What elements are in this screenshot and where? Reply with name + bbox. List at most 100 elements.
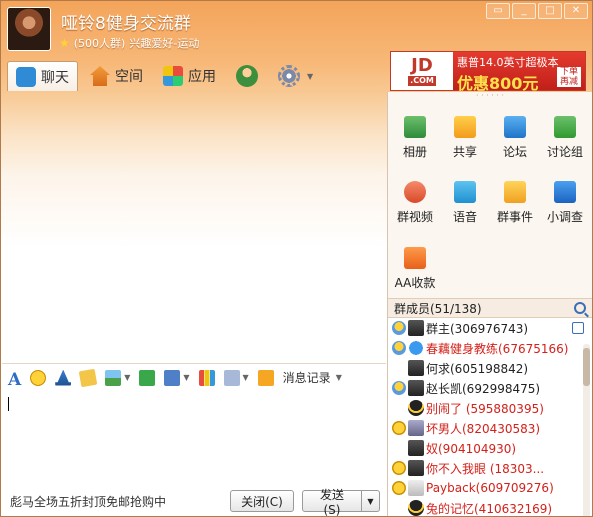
- member-item[interactable]: 群主(306976743): [388, 318, 592, 338]
- member-item[interactable]: 奴(904104930): [388, 438, 592, 458]
- chat-icon: [16, 66, 36, 87]
- avatar: [408, 340, 424, 356]
- doodle-icon[interactable]: [78, 368, 98, 387]
- app-label: 群视频: [396, 210, 433, 225]
- tab-apps-label: 应用: [188, 69, 216, 85]
- app-label: AA收款: [394, 275, 436, 290]
- music-icon[interactable]: [139, 369, 156, 386]
- video-icon: [404, 181, 426, 204]
- ad-content: 惠普14.0英寸超极本 优惠800元 下单 再减: [453, 52, 585, 93]
- app-label: 群事件: [496, 210, 533, 225]
- avatar: [408, 460, 424, 476]
- chevron-down-icon[interactable]: ▼: [124, 373, 130, 382]
- chevron-down-icon: ▼: [307, 71, 314, 81]
- text-cursor: [8, 397, 9, 411]
- member-item[interactable]: 赵长凯(692998475): [388, 378, 592, 398]
- avatar: [408, 480, 424, 496]
- chevron-down-icon[interactable]: ▼: [183, 373, 189, 382]
- qq-group-chat-window: 哑铃8健身交流群 ★ (500人群) 兴趣爱好-运动 ▭ _ □ ✕ 聊天 空间…: [0, 0, 593, 517]
- app-discussion[interactable]: 讨论组: [540, 116, 590, 167]
- chevron-down-icon[interactable]: ▼: [336, 373, 342, 382]
- image-icon[interactable]: [105, 369, 122, 386]
- group-avatar[interactable]: [7, 7, 51, 51]
- app-label: 共享: [452, 145, 477, 159]
- interest-label[interactable]: 兴趣爱好-运动: [129, 35, 199, 51]
- member-name: 群主(306976743): [426, 321, 529, 336]
- member-item[interactable]: 何求(605198842): [388, 358, 592, 378]
- member-name: 坏男人(820430583): [426, 421, 541, 436]
- app-photo-album[interactable]: 相册: [390, 116, 440, 167]
- app-aa-payment[interactable]: AA收款: [390, 246, 440, 298]
- emoji-icon[interactable]: [30, 369, 47, 386]
- restore-icon[interactable]: ▭: [486, 3, 510, 19]
- home-icon: [90, 66, 110, 86]
- tab-apps[interactable]: 应用: [155, 61, 224, 91]
- close-button[interactable]: 关闭(C): [230, 490, 294, 512]
- add-member-button[interactable]: [228, 61, 266, 91]
- tab-chat[interactable]: 聊天: [7, 61, 78, 91]
- group-name[interactable]: 哑铃8健身交流群: [61, 9, 191, 34]
- gear-icon: [278, 65, 300, 87]
- edit-icon[interactable]: [572, 322, 584, 334]
- member-list[interactable]: 群主(306976743) 春藕健身教练(67675166) 何求(605198…: [388, 318, 592, 516]
- scrollbar-thumb[interactable]: [583, 348, 590, 386]
- search-icon[interactable]: [574, 302, 586, 314]
- window-controls: ▭ _ □ ✕: [486, 3, 588, 19]
- avatar: [408, 320, 424, 336]
- folder-share-icon: [454, 116, 476, 138]
- add-person-icon: [236, 65, 258, 87]
- chevron-down-icon[interactable]: ▼: [243, 373, 249, 382]
- message-input[interactable]: [2, 391, 386, 485]
- member-item[interactable]: 兔的记忆(410632169): [388, 498, 592, 516]
- ad-tag: 下单 再减: [557, 67, 581, 87]
- side-panel: · · · · · · 相册 共享 论坛 讨论组 群视频 语音 群事件 小调查 …: [387, 92, 592, 516]
- ad-banner[interactable]: JD .COM 惠普14.0英寸超极本 优惠800元 下单 再减: [390, 51, 586, 93]
- app-forum[interactable]: 论坛: [490, 116, 540, 167]
- screenshot-icon[interactable]: [164, 369, 181, 386]
- maximize-icon[interactable]: □: [538, 3, 562, 19]
- app-survey[interactable]: 小调查: [540, 181, 590, 232]
- app-voice[interactable]: 语音: [440, 181, 490, 232]
- qq-penguin-icon: [408, 400, 424, 416]
- history-icon[interactable]: [257, 369, 274, 386]
- promo-link[interactable]: 彪马全场五折封顶免邮抢购中: [10, 493, 230, 510]
- member-item[interactable]: 坏男人(820430583): [388, 418, 592, 438]
- star-badge-icon: [392, 461, 406, 475]
- member-item[interactable]: 别闹了 (595880395): [388, 398, 592, 418]
- app-label: 语音: [452, 210, 477, 225]
- message-history-button[interactable]: 消息记录: [283, 369, 331, 386]
- ad-brand-domain: .COM: [408, 75, 436, 86]
- member-name: Payback(609709276): [426, 481, 554, 495]
- member-item[interactable]: 你不入我眼 (18303...: [388, 458, 592, 478]
- panel-handle[interactable]: · · · · · ·: [388, 92, 592, 100]
- member-list-scrollbar[interactable]: [583, 344, 590, 516]
- aa-payment-icon: [404, 246, 426, 269]
- window-shake-icon[interactable]: [223, 369, 240, 386]
- magic-emoji-icon[interactable]: [55, 369, 72, 386]
- font-icon[interactable]: A: [8, 370, 21, 390]
- send-button[interactable]: 发送(S): [302, 488, 362, 516]
- app-event[interactable]: 群事件: [490, 181, 540, 232]
- ad-brand-logo: JD: [411, 54, 433, 76]
- member-name: 何求(605198842): [426, 361, 529, 376]
- send-options-button[interactable]: ▼: [362, 490, 380, 512]
- member-name: 你不入我眼 (18303...: [426, 461, 545, 476]
- avatar: [408, 380, 424, 396]
- calendar-icon: [504, 181, 526, 204]
- minimize-icon[interactable]: _: [512, 3, 536, 19]
- settings-button[interactable]: ▼: [270, 61, 321, 91]
- close-icon[interactable]: ✕: [564, 3, 588, 19]
- app-share[interactable]: 共享: [440, 116, 490, 167]
- discussion-icon: [554, 116, 576, 138]
- admin-badge-icon: [392, 341, 406, 355]
- app-video[interactable]: 群视频: [390, 181, 440, 232]
- photo-album-icon: [404, 116, 426, 138]
- vote-icon[interactable]: [198, 369, 215, 386]
- group-info: ★ (500人群) 兴趣爱好-运动: [59, 35, 199, 51]
- member-item[interactable]: Payback(609709276): [388, 478, 592, 498]
- tab-space[interactable]: 空间: [82, 61, 151, 91]
- member-item[interactable]: 春藕健身教练(67675166): [388, 338, 592, 358]
- message-history-area[interactable]: [2, 91, 386, 363]
- voice-icon: [454, 181, 476, 204]
- ad-brand: JD .COM: [391, 52, 453, 90]
